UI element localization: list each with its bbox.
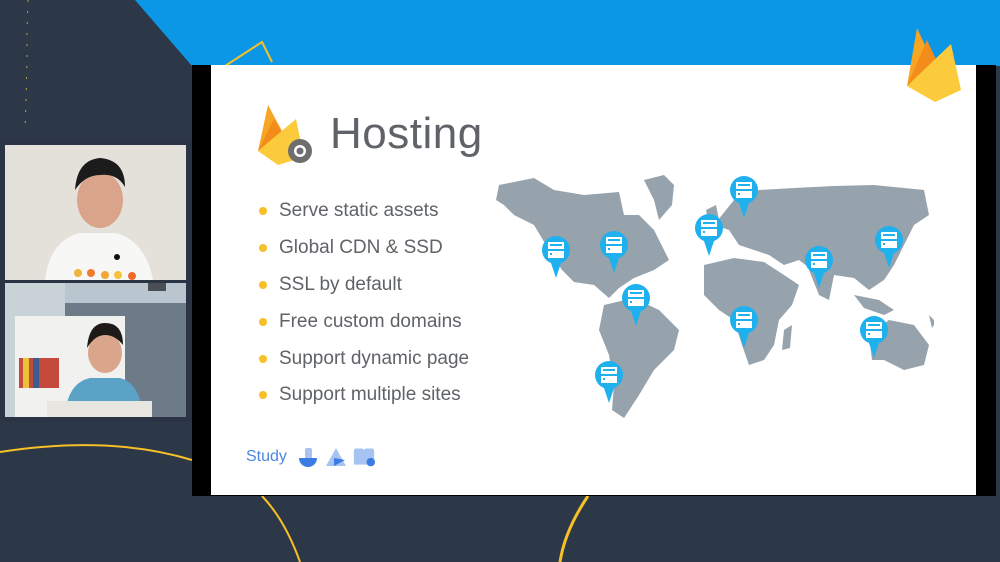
- book-icon: [353, 448, 375, 467]
- presentation-slide: Hosting Serve static assets Global CDN &…: [211, 65, 976, 495]
- video-tile-presenter-2[interactable]: [5, 283, 186, 417]
- yellow-dots-left: [24, 0, 29, 131]
- study-footer: Study: [246, 446, 381, 468]
- server-pins: [542, 176, 903, 403]
- bullet-icon: [259, 280, 267, 289]
- feature-item: SSL by default: [259, 267, 469, 304]
- server-pin-india: [805, 246, 833, 288]
- presenter-1-video: [5, 145, 186, 280]
- feature-item: Serve static assets: [259, 193, 469, 230]
- bullet-icon: [259, 317, 267, 326]
- bullet-icon: [259, 244, 267, 253]
- server-pin-us-west: [542, 236, 570, 278]
- bullet-icon: [259, 354, 267, 363]
- slide-title: Hosting: [330, 109, 483, 158]
- yellow-arc-bottom: [261, 495, 301, 562]
- feature-list: Serve static assets Global CDN & SSD SSL…: [259, 193, 469, 414]
- triangle-icon: [325, 448, 346, 466]
- firebase-logo-icon: [907, 28, 961, 102]
- presenter-2-video: [5, 283, 186, 417]
- server-pin-us-east: [600, 231, 628, 273]
- yellow-arc-bottom-right: [558, 495, 590, 562]
- server-pin-southeast-asia: [860, 316, 888, 358]
- firebase-flame-icon: [258, 105, 312, 165]
- feature-item: Free custom domains: [259, 303, 469, 340]
- jetpack-icon: [298, 448, 317, 467]
- video-tile-presenter-1[interactable]: [5, 145, 186, 280]
- study-label: Study: [246, 448, 287, 465]
- yellow-arc-left: [0, 444, 193, 461]
- server-pin-northern-europe: [730, 176, 758, 218]
- slide-header: Hosting: [256, 101, 483, 167]
- feature-item: Support dynamic page: [259, 340, 469, 377]
- server-pin-south-america-north: [622, 284, 650, 326]
- feature-item: Global CDN & SSD: [259, 230, 469, 267]
- feature-item: Support multiple sites: [259, 377, 469, 414]
- server-pin-east-asia: [875, 226, 903, 268]
- firebase-hosting-logo: [256, 101, 316, 167]
- server-pin-south-america-south: [595, 361, 623, 403]
- bullet-icon: [259, 391, 267, 400]
- server-pin-western-europe: [695, 214, 723, 256]
- bullet-icon: [259, 207, 267, 216]
- blue-banner: [135, 0, 1000, 66]
- server-pin-africa: [730, 306, 758, 348]
